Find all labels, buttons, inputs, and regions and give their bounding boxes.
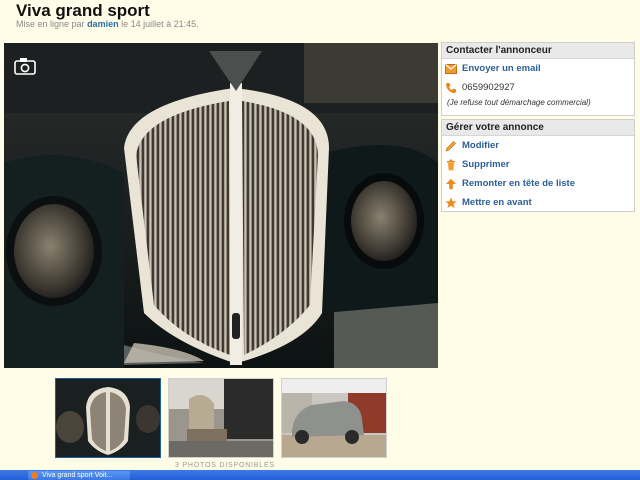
main-photo[interactable] xyxy=(4,43,438,368)
bump-label[interactable]: Remonter en tête de liste xyxy=(462,178,575,189)
send-email-label[interactable]: Envoyer un email xyxy=(462,63,541,74)
contact-panel: Contacter l'annonceur Envoyer un email 0… xyxy=(441,42,635,116)
no-solicitation-note: (Je refuse tout démarchage commercial) xyxy=(447,98,591,107)
contact-panel-header: Contacter l'annonceur xyxy=(442,43,634,59)
browser-icon xyxy=(31,472,38,479)
thumbnail-1[interactable] xyxy=(55,378,161,458)
send-email-link[interactable]: Envoyer un email xyxy=(442,59,634,78)
taskbar-window-title: Viva grand sport Voit... xyxy=(42,472,113,479)
posted-info: Mise en ligne par damien le 14 juillet à… xyxy=(16,19,199,29)
main-photo-image xyxy=(4,43,438,368)
trash-icon xyxy=(445,159,457,171)
up-arrow-icon xyxy=(445,178,457,190)
listing-title: Viva grand sport xyxy=(16,1,150,20)
feature-link[interactable]: Mettre en avant xyxy=(442,193,634,212)
delete-link[interactable]: Supprimer xyxy=(442,155,634,174)
phone-number: 0659902927 xyxy=(462,82,515,93)
posted-date: le 14 juillet à 21:45. xyxy=(121,19,199,29)
bump-link[interactable]: Remonter en tête de liste xyxy=(442,174,634,193)
photos-count: 3 PHOTOS DISPONIBLES xyxy=(175,462,275,469)
taskbar: Viva grand sport Voit... xyxy=(0,470,640,480)
taskbar-window-button[interactable]: Viva grand sport Voit... xyxy=(28,471,130,480)
manage-panel: Gérer votre annonce Modifier Supprimer R… xyxy=(441,119,635,212)
thumbnail-2[interactable] xyxy=(168,378,274,458)
author-link[interactable]: damien xyxy=(87,19,119,29)
feature-label[interactable]: Mettre en avant xyxy=(462,197,532,208)
phone-row: 0659902927 xyxy=(442,78,634,97)
phone-icon xyxy=(445,82,457,94)
edit-link[interactable]: Modifier xyxy=(442,136,634,155)
pencil-icon xyxy=(445,140,457,152)
manage-panel-header: Gérer votre annonce xyxy=(442,120,634,136)
envelope-icon xyxy=(445,63,457,75)
camera-icon[interactable] xyxy=(14,57,36,75)
thumbnail-3[interactable] xyxy=(281,378,387,458)
posted-prefix: Mise en ligne par xyxy=(16,19,85,29)
star-icon xyxy=(445,197,457,209)
delete-label[interactable]: Supprimer xyxy=(462,159,510,170)
edit-label[interactable]: Modifier xyxy=(462,140,499,151)
